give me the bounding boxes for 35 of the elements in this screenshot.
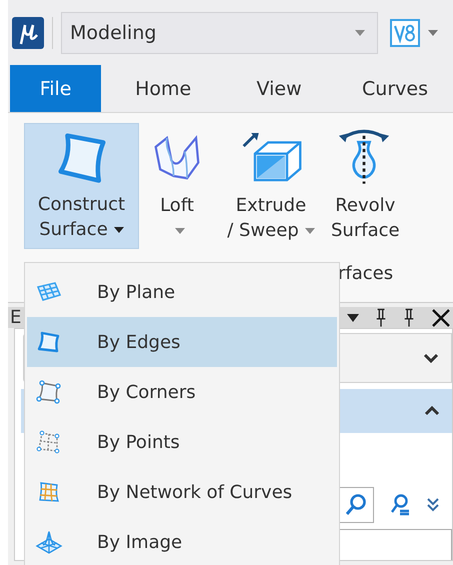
menu-item[interactable]: By Plane: [27, 267, 337, 317]
ribbon-tab[interactable]: Home: [105, 65, 222, 112]
chevron-up-icon[interactable]: [424, 406, 440, 416]
menu-item[interactable]: By Image: [27, 517, 337, 565]
search-icon: [344, 493, 368, 517]
ribbon-tab[interactable]: Curves: [337, 65, 453, 112]
workflow-dropdown[interactable]: Modeling: [61, 12, 378, 54]
menu-item[interactable]: By Corners: [27, 367, 337, 417]
pin-icon[interactable]: [375, 308, 387, 328]
image-surface-icon: [35, 529, 63, 555]
pin-icon[interactable]: [403, 308, 415, 328]
button-label: Construct Surface: [38, 194, 126, 240]
app-logo-icon[interactable]: [12, 16, 44, 48]
ribbon-tab[interactable]: View: [221, 65, 338, 112]
ribbon-tab[interactable]: File: [10, 65, 102, 112]
close-icon[interactable]: [431, 308, 451, 328]
menu-item[interactable]: By Network of Curves: [27, 467, 337, 517]
user-search-icon[interactable]: [388, 493, 412, 517]
v8-icon[interactable]: [390, 18, 420, 46]
group-label: rfaces: [338, 263, 394, 284]
button-label: Loft: [160, 195, 194, 216]
loft-button[interactable]: Loft: [143, 123, 211, 249]
button-label: Revolv Surface: [331, 195, 400, 241]
menu-item[interactable]: By Points: [27, 417, 337, 467]
double-chevron-icon[interactable]: [426, 497, 440, 513]
search-button[interactable]: [338, 487, 374, 523]
corners-icon: [35, 379, 63, 405]
menu-item[interactable]: By Edges: [27, 317, 337, 367]
panel-title: E: [10, 307, 22, 328]
caret-icon: [355, 30, 365, 36]
surface-tool-button[interactable]: Construct Surface: [24, 123, 139, 249]
extrude-button[interactable]: Extrude / Sweep: [215, 123, 327, 249]
button-label: Extrude / Sweep: [227, 195, 306, 241]
revolve-button[interactable]: Revolv Surface: [331, 123, 411, 249]
chevron-down-icon[interactable]: [423, 353, 439, 363]
